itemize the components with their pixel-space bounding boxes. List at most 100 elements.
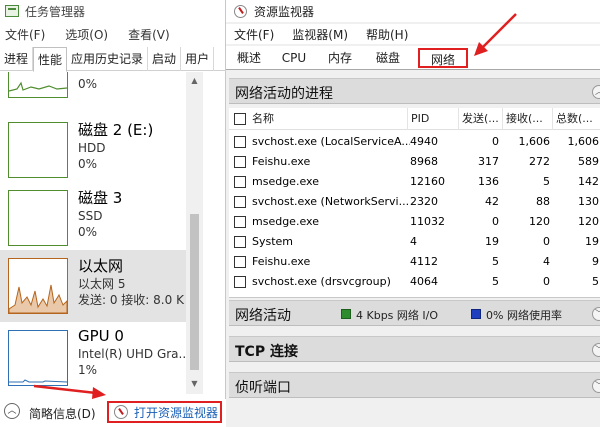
perf-item-ethernet[interactable]: 以太网 以太网 5 发送: 0 接收: 8.0 K [0,250,203,322]
section-network-activity-header[interactable]: 网络活动 4 Kbps 网络 I/O 0% 网络使用率 ﹀ [229,300,600,326]
fewer-details-link[interactable]: 简略信息(D) [29,405,96,422]
row-checkbox[interactable] [234,156,246,168]
perf-item-name: GPU 0 [78,327,124,345]
row-checkbox[interactable] [234,216,246,228]
tab-memory[interactable]: 内存 [324,48,356,68]
menu-options[interactable]: 选项(O) [65,26,108,43]
disk-graph-thumbnail [8,122,68,178]
cell-recv: 272 [529,155,550,168]
tab-network[interactable]: 网络 [418,48,468,68]
select-all-checkbox[interactable] [234,113,246,125]
performance-scrollbar[interactable]: ▲ ▼ [186,72,203,394]
cell-name: svchost.exe (drsvcgroup) [252,275,391,288]
row-checkbox[interactable] [234,276,246,288]
menu-view[interactable]: 查看(V) [128,26,170,43]
task-manager-title: 任务管理器 [25,4,86,19]
table-row[interactable]: svchost.exe (LocalServiceA... 4940 0 1,606 1… [229,132,600,152]
table-row[interactable]: msedge.exe 11032 0 120 120 [229,212,600,232]
task-manager-window: 任务管理器 文件(F) 选项(O) 查看(V) 进程 性能 应用历史记录 启动 … [0,0,226,427]
perf-item-name: 磁盘 2 (E:) [78,121,154,139]
perf-item-value: 发送: 0 接收: 8.0 K [78,293,184,307]
cell-total: 120 [578,215,599,228]
tab-performance[interactable]: 性能 [33,47,68,72]
disk-graph-thumbnail [8,72,68,98]
expand-icon[interactable]: ﹀ [592,379,600,393]
scroll-down-icon[interactable]: ▼ [190,379,199,388]
menu-help[interactable]: 帮助(H) [366,26,408,43]
row-checkbox[interactable] [234,176,246,188]
section-listening-ports-header[interactable]: 侦听端口 ﹀ [229,372,600,398]
section-network-processes-header[interactable]: 网络活动的进程 ︿ [229,78,600,104]
column-pid[interactable]: PID [407,108,458,130]
resource-monitor-window: 资源监视器 文件(F) 监视器(M) 帮助(H) 概述 CPU 内存 磁盘 网络… [226,0,600,427]
perf-item-sub: Intel(R) UHD Gra... [78,347,190,361]
column-send[interactable]: 发送(... [458,108,502,130]
resource-monitor-title: 资源监视器 [254,4,315,19]
tab-disk[interactable]: 磁盘 [372,48,404,68]
section-title: 侦听端口 [235,380,291,396]
section-title: 网络活动的进程 [235,86,333,102]
row-checkbox[interactable] [234,236,246,248]
table-row[interactable]: System 4 19 0 19 [229,232,600,252]
ethernet-graph-thumbnail [8,258,68,314]
column-name[interactable]: 名称 [249,108,407,130]
perf-item-value: 0% [78,77,98,91]
section-tcp-connections-header[interactable]: TCP 连接 ﹀ [229,336,600,362]
tab-overview[interactable]: 概述 [234,48,264,68]
cell-pid: 8968 [410,155,438,168]
gpu-graph-thumbnail [8,330,68,386]
perf-item-value: 1% [78,363,98,377]
row-checkbox[interactable] [234,136,246,148]
perf-item-name: 磁盘 3 [78,189,123,207]
table-row[interactable]: svchost.exe (drsvcgroup) 4064 5 0 5 [229,272,600,292]
cell-recv: 0 [543,275,550,288]
chevron-up-icon[interactable]: ︿ [4,403,20,419]
network-io-label: 4 Kbps 网络 I/O [356,309,439,322]
tab-app-history[interactable]: 应用历史记录 [67,47,149,71]
row-checkbox[interactable] [234,196,246,208]
row-checkbox[interactable] [234,256,246,268]
perf-item-value: 0% [78,157,98,171]
tab-cpu[interactable]: CPU [278,48,310,68]
network-usage-label: 0% 网络使用率 [486,309,562,322]
cell-pid: 4940 [410,135,438,148]
cell-send: 42 [485,195,499,208]
task-manager-titlebar: 任务管理器 [0,0,226,22]
table-row[interactable]: Feishu.exe 8968 317 272 589 [229,152,600,172]
tab-processes[interactable]: 进程 [0,47,34,71]
column-total[interactable]: 总数(... [552,108,600,130]
expand-icon[interactable]: ﹀ [592,307,600,321]
cell-total: 142 [578,175,599,188]
table-row[interactable]: svchost.exe (NetworkServi... 2320 42 88 130 [229,192,600,212]
tab-startup[interactable]: 启动 [148,47,182,71]
disk-graph-thumbnail [8,190,68,246]
scroll-thumb[interactable] [190,214,199,370]
cell-name: System [252,235,294,248]
perf-item-sub: HDD [78,141,106,155]
menu-file[interactable]: 文件(F) [234,26,274,43]
scroll-up-icon[interactable]: ▲ [190,76,199,85]
column-receive[interactable]: 接收(... [502,108,552,130]
cell-pid: 12160 [410,175,445,188]
collapse-icon[interactable]: ︿ [592,85,600,99]
resource-monitor-icon [114,405,128,419]
cell-send: 5 [492,275,499,288]
table-row[interactable]: msedge.exe 12160 136 5 142 [229,172,600,192]
table-row[interactable]: Feishu.exe 4112 5 4 9 [229,252,600,272]
cell-recv: 4 [543,255,550,268]
task-manager-footer: ︿ 简略信息(D) 打开资源监视器 [0,399,226,427]
perf-item-disk-2[interactable]: 磁盘 2 (E:) HDD 0% [0,118,203,190]
task-manager-tabs: 进程 性能 应用历史记录 启动 用户 [0,47,226,72]
cell-pid: 4 [410,235,417,248]
cell-send: 0 [492,135,499,148]
perf-item-disk-1[interactable]: 0% [0,72,203,106]
tab-users[interactable]: 用户 [181,47,215,71]
perf-item-disk-3[interactable]: 磁盘 3 SSD 0% [0,186,203,258]
open-resource-monitor-link[interactable]: 打开资源监视器 [107,401,222,423]
resource-monitor-titlebar: 资源监视器 [226,0,600,22]
menu-file[interactable]: 文件(F) [5,26,45,43]
cell-total: 1,606 [567,135,600,148]
expand-icon[interactable]: ﹀ [592,343,600,357]
menu-monitor[interactable]: 监视器(M) [292,26,348,43]
cell-name: Feishu.exe [252,155,311,168]
